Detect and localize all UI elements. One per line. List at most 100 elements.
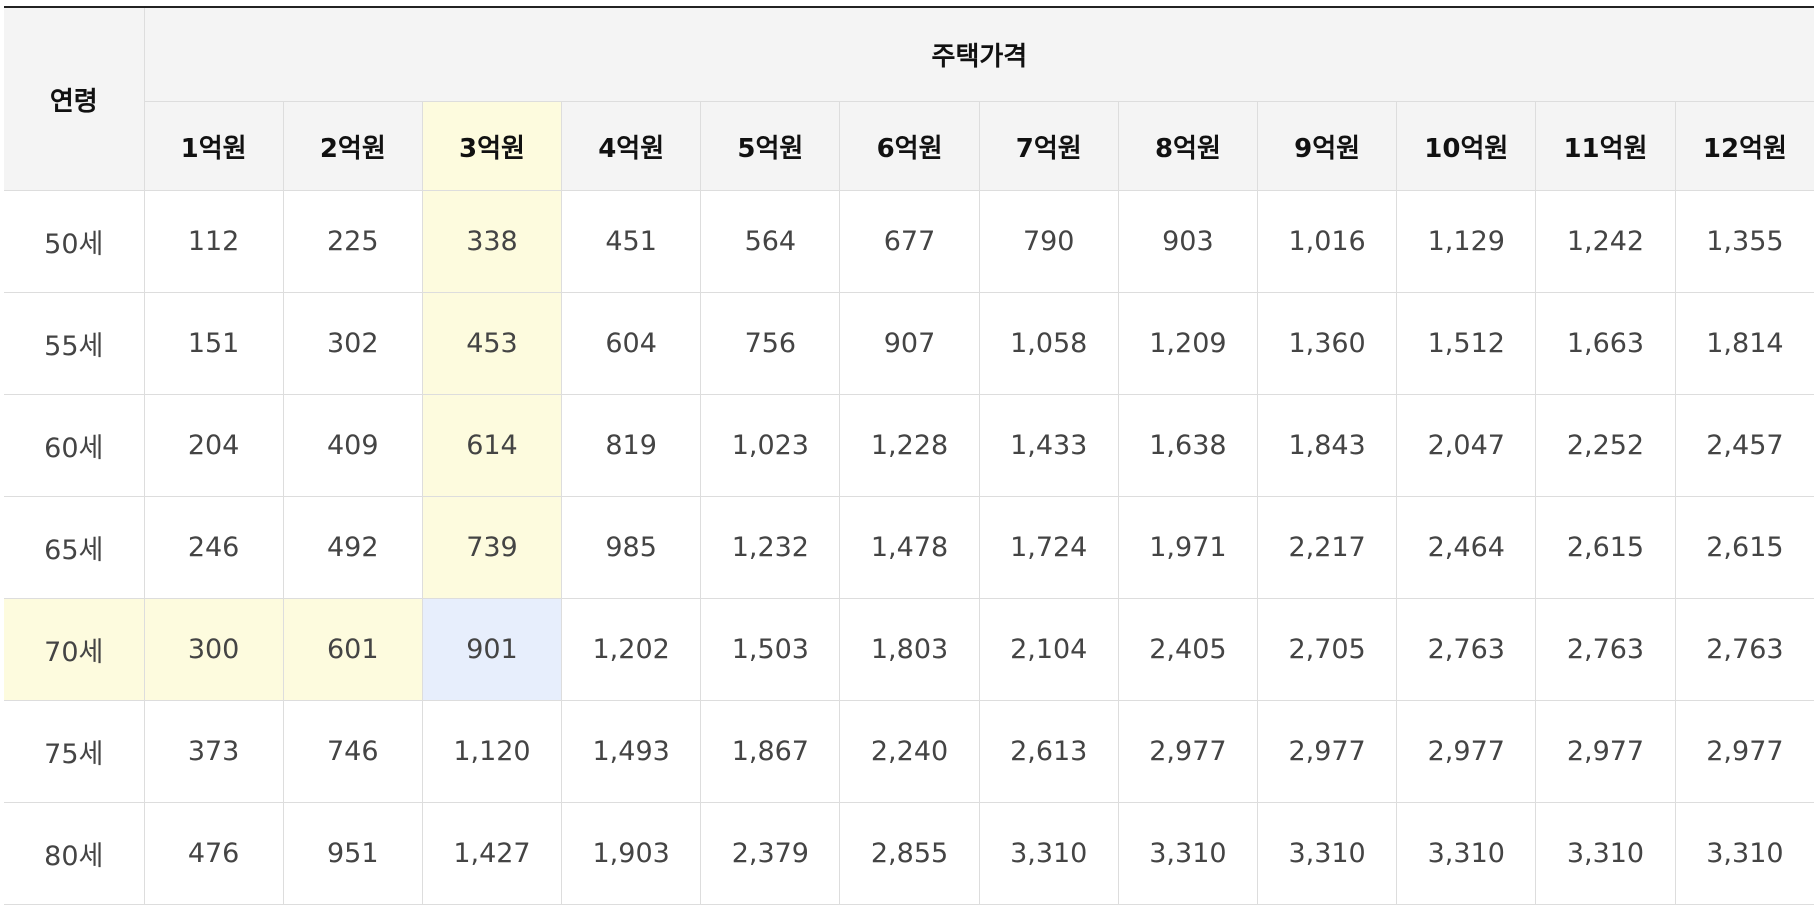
- amount-cell: 1,427: [422, 802, 563, 905]
- age-cell: 75세: [4, 700, 145, 803]
- amount-cell: 3,310: [1675, 802, 1814, 905]
- amount-cell: 3,310: [979, 802, 1119, 905]
- amount-cell: 1,638: [1118, 394, 1259, 497]
- amount-cell: 338: [422, 190, 563, 293]
- amount-cell: 151: [144, 292, 284, 395]
- table-row: 65세 246 492 739 985 1,232 1,478 1,724 1,971 2,217…: [4, 496, 1814, 599]
- pension-table-container: 연령 주택가격 1억원 2억원 3억원 4억원 5억원 6억원 7억원 8억원 …: [4, 6, 1814, 905]
- amount-cell: 1,209: [1118, 292, 1259, 395]
- amount-cell: 1,129: [1396, 190, 1537, 293]
- amount-cell: 2,240: [839, 700, 980, 803]
- pension-rate-table: 연령 주택가격 1억원 2억원 3억원 4억원 5억원 6억원 7억원 8억원 …: [4, 6, 1814, 905]
- age-cell: 70세: [4, 598, 145, 701]
- amount-cell: 1,360: [1257, 292, 1398, 395]
- header-row-prices: 1억원 2억원 3억원 4억원 5억원 6억원 7억원 8억원 9억원 10억원…: [4, 101, 1814, 191]
- table-row: 75세 373 746 1,120 1,493 1,867 2,240 2,613 2,977 2…: [4, 700, 1814, 803]
- amount-cell: 225: [283, 190, 423, 293]
- amount-cell: 2,763: [1396, 598, 1537, 701]
- price-header-4: 4억원: [561, 101, 702, 191]
- price-header-8: 8억원: [1118, 101, 1259, 191]
- house-price-group-header: 주택가격: [144, 6, 1814, 102]
- price-header-5: 5억원: [700, 101, 841, 191]
- amount-cell: 2,217: [1257, 496, 1398, 599]
- amount-cell: 300: [144, 598, 284, 701]
- header-row-group: 연령 주택가격: [4, 6, 1814, 191]
- price-header-9: 9억원: [1257, 101, 1398, 191]
- amount-cell: 246: [144, 496, 284, 599]
- amount-cell: 1,843: [1257, 394, 1398, 497]
- amount-cell: 453: [422, 292, 563, 395]
- amount-cell: 2,405: [1118, 598, 1259, 701]
- amount-cell: 1,971: [1118, 496, 1259, 599]
- amount-cell: 2,047: [1396, 394, 1537, 497]
- amount-cell: 2,977: [1257, 700, 1398, 803]
- amount-cell: 564: [700, 190, 841, 293]
- amount-cell: 2,457: [1675, 394, 1814, 497]
- table-row: 80세 476 951 1,427 1,903 2,379 2,855 3,310 3,310 3…: [4, 802, 1814, 905]
- amount-cell: 2,104: [979, 598, 1119, 701]
- price-header-3: 3억원: [422, 101, 563, 191]
- amount-cell: 1,355: [1675, 190, 1814, 293]
- table-row: 50세 112 225 338 451 564 677 790 903 1,016 1,129 1,2…: [4, 190, 1814, 293]
- amount-cell: 746: [283, 700, 423, 803]
- amount-cell: 2,252: [1535, 394, 1676, 497]
- age-cell: 80세: [4, 802, 145, 905]
- amount-cell: 2,977: [1675, 700, 1814, 803]
- amount-cell: 903: [1118, 190, 1259, 293]
- table-row: 60세 204 409 614 819 1,023 1,228 1,433 1,638 1,843…: [4, 394, 1814, 497]
- amount-cell: 302: [283, 292, 423, 395]
- amount-cell: 1,663: [1535, 292, 1676, 395]
- amount-cell: 451: [561, 190, 702, 293]
- amount-cell: 2,977: [1118, 700, 1259, 803]
- age-column-header: 연령: [4, 6, 145, 191]
- amount-cell: 1,512: [1396, 292, 1537, 395]
- amount-cell: 1,016: [1257, 190, 1398, 293]
- amount-cell: 112: [144, 190, 284, 293]
- amount-cell: 2,379: [700, 802, 841, 905]
- amount-cell: 2,763: [1535, 598, 1676, 701]
- amount-cell: 1,867: [700, 700, 841, 803]
- amount-cell: 476: [144, 802, 284, 905]
- amount-cell: 2,464: [1396, 496, 1537, 599]
- table-row: 55세 151 302 453 604 756 907 1,058 1,209 1,360 1,51…: [4, 292, 1814, 395]
- amount-cell: 2,763: [1675, 598, 1814, 701]
- amount-cell: 756: [700, 292, 841, 395]
- amount-cell: 2,855: [839, 802, 980, 905]
- amount-cell: 1,232: [700, 496, 841, 599]
- amount-cell: 1,803: [839, 598, 980, 701]
- amount-cell: 1,242: [1535, 190, 1676, 293]
- amount-cell: 819: [561, 394, 702, 497]
- age-cell: 55세: [4, 292, 145, 395]
- amount-cell: 1,228: [839, 394, 980, 497]
- amount-cell: 1,903: [561, 802, 702, 905]
- amount-cell: 1,724: [979, 496, 1119, 599]
- price-header-11: 11억원: [1535, 101, 1676, 191]
- amount-cell: 907: [839, 292, 980, 395]
- amount-cell: 1,493: [561, 700, 702, 803]
- amount-cell: 601: [283, 598, 423, 701]
- amount-cell: 1,202: [561, 598, 702, 701]
- price-header-12: 12억원: [1675, 101, 1814, 191]
- amount-cell: 614: [422, 394, 563, 497]
- amount-cell: 492: [283, 496, 423, 599]
- amount-cell: 1,120: [422, 700, 563, 803]
- amount-cell: 951: [283, 802, 423, 905]
- amount-cell: 985: [561, 496, 702, 599]
- amount-cell: 677: [839, 190, 980, 293]
- amount-cell: 409: [283, 394, 423, 497]
- amount-cell: 901: [422, 598, 563, 701]
- amount-cell: 2,613: [979, 700, 1119, 803]
- table-body: 50세 112 225 338 451 564 677 790 903 1,016 1,129 1,2…: [4, 190, 1814, 905]
- amount-cell: 3,310: [1535, 802, 1676, 905]
- amount-cell: 2,977: [1396, 700, 1537, 803]
- amount-cell: 3,310: [1396, 802, 1537, 905]
- amount-cell: 1,503: [700, 598, 841, 701]
- price-header-7: 7억원: [979, 101, 1119, 191]
- amount-cell: 3,310: [1118, 802, 1259, 905]
- amount-cell: 2,977: [1535, 700, 1676, 803]
- amount-cell: 1,023: [700, 394, 841, 497]
- amount-cell: 1,814: [1675, 292, 1814, 395]
- amount-cell: 2,615: [1675, 496, 1814, 599]
- price-header-10: 10억원: [1396, 101, 1537, 191]
- amount-cell: 2,705: [1257, 598, 1398, 701]
